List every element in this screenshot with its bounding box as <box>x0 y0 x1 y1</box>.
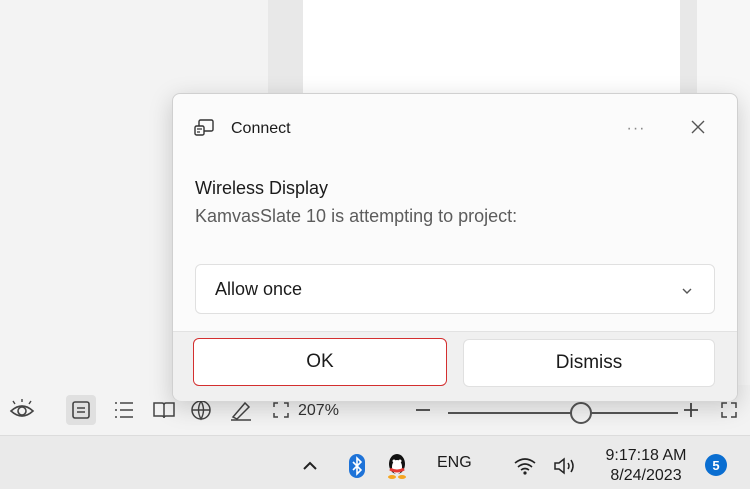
fullscreen-icon[interactable] <box>716 398 742 422</box>
more-options-button[interactable]: ··· <box>618 114 654 144</box>
volume-icon[interactable] <box>552 454 580 478</box>
outline-view-icon[interactable] <box>110 398 138 422</box>
connect-dialog: Connect ··· Wireless Display KamvasSlate… <box>172 93 738 401</box>
wifi-icon[interactable] <box>512 454 538 478</box>
web-layout-icon[interactable] <box>188 398 214 422</box>
cast-screen-icon <box>194 119 214 137</box>
print-layout-icon[interactable] <box>66 395 96 425</box>
qq-penguin-icon[interactable] <box>384 452 410 480</box>
dismiss-button[interactable]: Dismiss <box>463 339 715 387</box>
show-hidden-icons-chevron-up-icon[interactable] <box>298 455 322 477</box>
dialog-app-title: Connect <box>231 120 291 137</box>
bluetooth-icon[interactable] <box>345 453 369 479</box>
read-mode-icon[interactable] <box>150 398 178 422</box>
permission-dropdown[interactable]: Allow once <box>195 264 715 314</box>
close-button[interactable] <box>683 114 713 144</box>
clock[interactable]: 9:17:18 AM 8/24/2023 <box>596 446 696 486</box>
zoom-slider-thumb[interactable] <box>570 402 592 424</box>
close-icon <box>691 120 705 139</box>
dialog-message: KamvasSlate 10 is attempting to project: <box>195 206 518 226</box>
dialog-title: Wireless Display <box>195 178 329 198</box>
zoom-out-icon[interactable] <box>412 398 434 422</box>
input-language-indicator[interactable]: ENG <box>437 454 472 472</box>
fit-page-icon[interactable] <box>268 398 294 422</box>
notification-badge[interactable]: 5 <box>705 454 727 476</box>
permission-dropdown-value: Allow once <box>215 278 303 299</box>
clock-date: 8/24/2023 <box>610 467 682 484</box>
clock-time: 9:17:18 AM <box>605 447 687 464</box>
zoom-slider-track[interactable] <box>448 412 678 414</box>
ok-button[interactable]: OK <box>193 338 447 386</box>
zoom-level-text[interactable]: 207% <box>298 402 339 420</box>
draw-pen-icon[interactable] <box>228 398 254 422</box>
chevron-down-icon <box>680 282 694 296</box>
zoom-in-icon[interactable] <box>680 398 702 422</box>
focus-eye-icon[interactable] <box>8 398 36 422</box>
